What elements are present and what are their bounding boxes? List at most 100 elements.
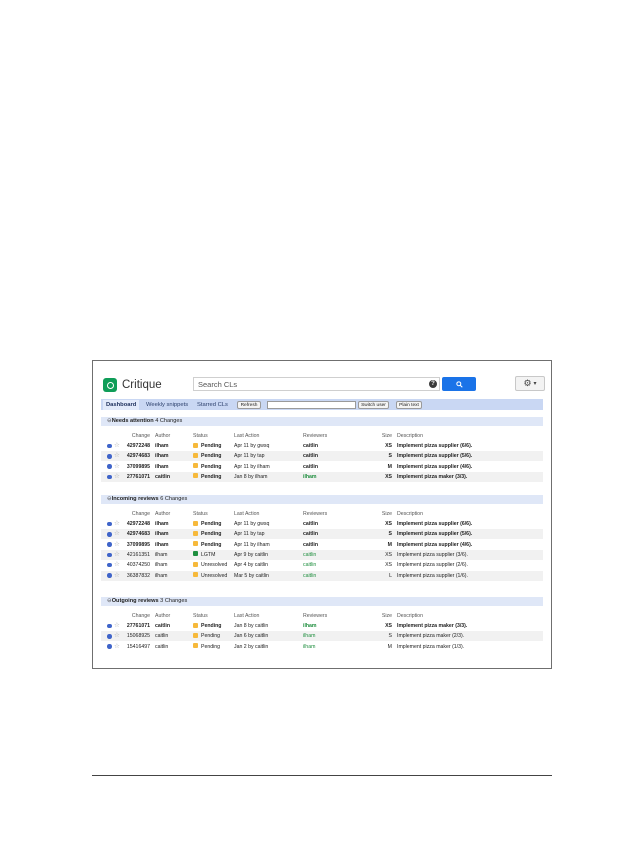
column-header-change[interactable]: Change — [121, 431, 150, 441]
tab-weekly-snippets[interactable]: Weekly snippets — [143, 400, 191, 410]
expand-icon[interactable] — [107, 573, 112, 578]
star-icon[interactable]: ☆ — [114, 462, 120, 472]
expand-icon[interactable] — [107, 532, 112, 537]
description[interactable]: Implement pizza maker (2/3). — [397, 631, 464, 641]
refresh-button[interactable]: Refresh — [237, 400, 261, 409]
column-header-change[interactable]: Change — [121, 509, 150, 519]
collapse-toggle-icon[interactable]: ⊖ — [101, 496, 112, 502]
column-header-description[interactable]: Description — [397, 611, 423, 621]
app-logo[interactable]: Critique — [103, 377, 162, 393]
star-icon[interactable]: ☆ — [114, 642, 120, 652]
column-header-last-action[interactable]: Last Action — [234, 611, 259, 621]
column-header-reviewers[interactable]: Reviewers — [303, 431, 327, 441]
change-number[interactable]: 15416497 — [121, 642, 150, 652]
table-row[interactable]: ☆ 27761071 caitlin Pending Jan 8 by ilham ilh… — [101, 471, 543, 482]
settings-menu-button[interactable]: ⚙ ▾ — [515, 376, 545, 391]
change-number[interactable]: 37099895 — [121, 462, 150, 472]
expand-icon[interactable] — [107, 464, 112, 469]
description[interactable]: Implement pizza supplier (5/6). — [397, 451, 472, 461]
change-number[interactable]: 27761071 — [121, 621, 150, 631]
change-number[interactable]: 36387832 — [121, 571, 150, 581]
column-header-description[interactable]: Description — [397, 509, 423, 519]
table-row[interactable]: ☆ 37099895 ilham Pending Apr 11 by ilham cait… — [101, 540, 543, 550]
change-number[interactable]: 40374250 — [121, 560, 150, 570]
description[interactable]: Implement pizza supplier (4/6). — [397, 540, 472, 550]
table-row[interactable]: ☆ 42974683 ilham Pending Apr 11 by tap caitli… — [101, 451, 543, 462]
switch-user-button[interactable]: Switch user — [358, 400, 389, 409]
table-row[interactable]: ☆ 40374250 ilham Unresolved Apr 4 by caitlin… — [101, 560, 543, 570]
expand-icon[interactable] — [107, 634, 112, 639]
star-icon[interactable]: ☆ — [114, 621, 120, 631]
table-row[interactable]: ☆ 15416497 caitlin Pending Jan 2 by caitlin i… — [101, 642, 543, 652]
star-icon[interactable]: ☆ — [114, 519, 120, 529]
change-number[interactable]: 27761071 — [121, 472, 150, 482]
column-header-size[interactable]: Size — [378, 431, 392, 441]
column-header-size[interactable]: Size — [378, 509, 392, 519]
table-row[interactable]: ☆ 37099895 ilham Pending Apr 11 by ilham cait… — [101, 462, 543, 472]
column-header-last-action[interactable]: Last Action — [234, 509, 259, 519]
star-icon[interactable]: ☆ — [114, 560, 120, 570]
description[interactable]: Implement pizza supplier (2/6). — [397, 560, 468, 570]
section-header[interactable]: ⊖Outgoing reviews 3 Changes — [101, 597, 543, 606]
search-input[interactable]: Search CLs — [193, 377, 440, 391]
table-row[interactable]: ☆ 27761071 caitlin Pending Jan 8 by caitlin i… — [101, 621, 543, 631]
column-header-author[interactable]: Author — [155, 431, 170, 441]
tab-starred-cls[interactable]: Starred CLs — [194, 400, 231, 410]
column-header-author[interactable]: Author — [155, 509, 170, 519]
change-number[interactable]: 42974683 — [121, 529, 150, 539]
star-icon[interactable]: ☆ — [114, 571, 120, 581]
expand-icon[interactable] — [107, 623, 112, 629]
change-number[interactable]: 42972248 — [121, 441, 150, 451]
column-header-author[interactable]: Author — [155, 611, 170, 621]
table-row[interactable]: ☆ 36387832 ilham Unresolved Mar 5 by caitlin… — [101, 570, 543, 581]
change-number[interactable]: 42161351 — [121, 550, 150, 560]
table-row[interactable]: ☆ 42974683 ilham Pending Apr 11 by tap caitli… — [101, 529, 543, 540]
column-header-description[interactable]: Description — [397, 431, 423, 441]
expand-icon[interactable] — [107, 443, 112, 449]
expand-icon[interactable] — [107, 521, 112, 527]
description[interactable]: Implement pizza supplier (6/6). — [397, 441, 472, 451]
table-row[interactable]: ☆ 42161351 ilham LGTM Apr 9 by caitlin caitli… — [101, 549, 543, 560]
description[interactable]: Implement pizza maker (1/3). — [397, 642, 464, 652]
collapse-toggle-icon[interactable]: ⊖ — [101, 418, 112, 424]
table-row[interactable]: ☆ 42972248 ilham Pending Apr 11 by gwsq caitl… — [101, 519, 543, 529]
column-header-last-action[interactable]: Last Action — [234, 431, 259, 441]
description[interactable]: Implement pizza supplier (6/6). — [397, 519, 472, 529]
user-input[interactable] — [267, 400, 356, 409]
expand-icon[interactable] — [107, 552, 112, 558]
column-header-change[interactable]: Change — [121, 611, 150, 621]
change-number[interactable]: 42974683 — [121, 451, 150, 461]
column-header-reviewers[interactable]: Reviewers — [303, 611, 327, 621]
plain-text-button[interactable]: Plain text — [396, 400, 422, 409]
column-header-status[interactable]: Status — [193, 611, 208, 621]
expand-icon[interactable] — [107, 474, 112, 480]
star-icon[interactable]: ☆ — [114, 472, 120, 482]
expand-icon[interactable] — [107, 454, 112, 459]
description[interactable]: Implement pizza supplier (5/6). — [397, 529, 472, 539]
star-icon[interactable]: ☆ — [114, 540, 120, 550]
section-header[interactable]: ⊖Incoming reviews 6 Changes — [101, 495, 543, 504]
description[interactable]: Implement pizza supplier (1/6). — [397, 571, 468, 581]
collapse-toggle-icon[interactable]: ⊖ — [101, 598, 112, 604]
change-number[interactable]: 15068925 — [121, 631, 150, 641]
star-icon[interactable]: ☆ — [114, 550, 120, 560]
expand-icon[interactable] — [107, 542, 112, 547]
star-icon[interactable]: ☆ — [114, 441, 120, 451]
change-number[interactable]: 37099895 — [121, 540, 150, 550]
description[interactable]: Implement pizza maker (3/3). — [397, 472, 467, 482]
column-header-status[interactable]: Status — [193, 509, 208, 519]
star-icon[interactable]: ☆ — [114, 529, 120, 539]
expand-icon[interactable] — [107, 562, 112, 568]
description[interactable]: Implement pizza supplier (3/6). — [397, 550, 468, 560]
column-header-size[interactable]: Size — [378, 611, 392, 621]
column-header-status[interactable]: Status — [193, 431, 208, 441]
search-button[interactable] — [442, 377, 476, 391]
table-row[interactable]: ☆ 15068925 caitlin Pending Jan 6 by caitlin i… — [101, 631, 543, 642]
star-icon[interactable]: ☆ — [114, 631, 120, 641]
description[interactable]: Implement pizza supplier (4/6). — [397, 462, 472, 472]
description[interactable]: Implement pizza maker (3/3). — [397, 621, 467, 631]
section-header[interactable]: ⊖Needs attention 4 Changes — [101, 417, 543, 426]
table-row[interactable]: ☆ 42972248 ilham Pending Apr 11 by gwsq caitl… — [101, 441, 543, 451]
column-header-reviewers[interactable]: Reviewers — [303, 509, 327, 519]
help-icon[interactable]: ? — [429, 380, 437, 388]
